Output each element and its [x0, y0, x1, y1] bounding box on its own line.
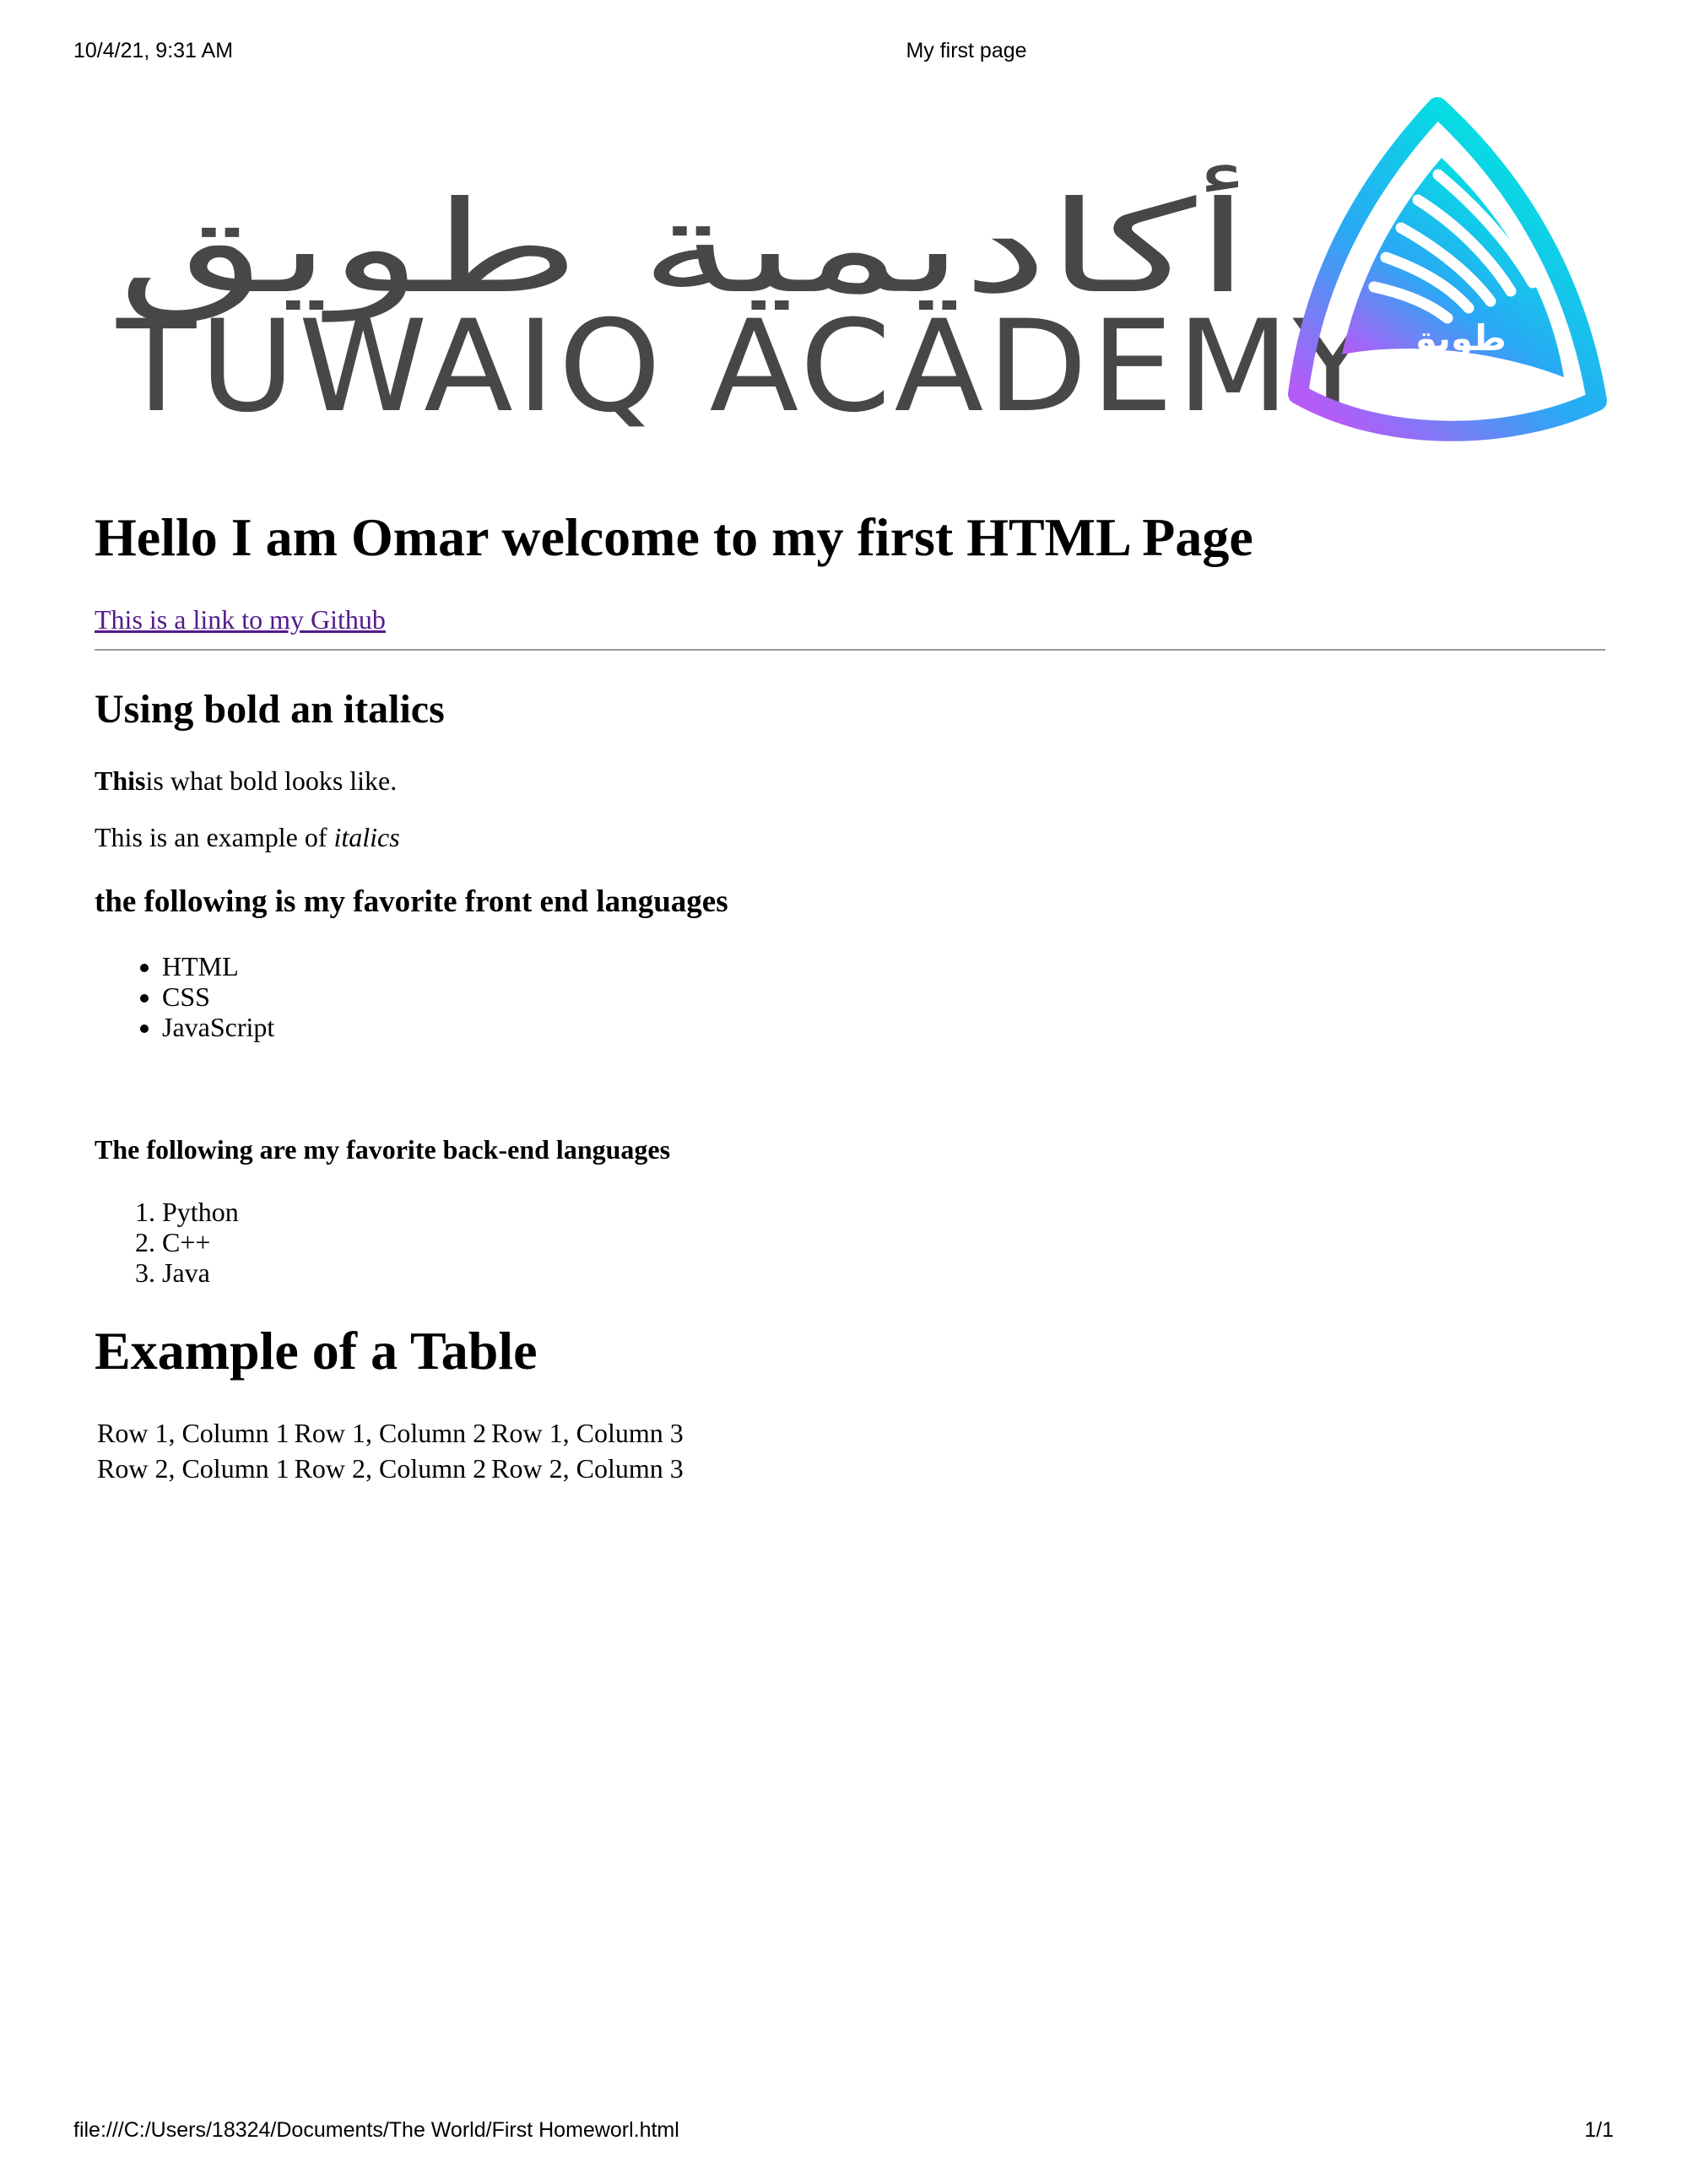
tuwaiq-academy-logo: أكاديمية طويق TUWAIQ ACADEMY طويق [101, 97, 1620, 451]
logo-english-wordmark: TUWAIQ ACADEMY [116, 294, 1377, 441]
table-heading: Example of a Table [95, 1321, 538, 1381]
list-item: CSS [162, 981, 1605, 1012]
table-cell: Row 1, Column 2 [294, 1417, 487, 1448]
list-item: Python [162, 1197, 1605, 1227]
logo-emblem-icon: طويق [1288, 97, 1607, 441]
list-item: HTML [162, 951, 1605, 981]
print-page-number: 1/1 [1584, 2118, 1614, 2142]
table-cell: Row 2, Column 3 [491, 1452, 684, 1484]
main-heading: Hello I am Omar welcome to my first HTML… [95, 507, 1253, 567]
list-item: JavaScript [162, 1012, 1605, 1042]
horizontal-divider [95, 649, 1605, 651]
bold-example-paragraph: Thisis what bold looks like. [95, 766, 1605, 796]
front-end-list: HTML CSS JavaScript [95, 951, 1605, 1042]
italics-prefix-text: This is an example of [95, 822, 334, 853]
back-end-heading: The following are my favorite back-end l… [95, 1134, 671, 1165]
table-cell: Row 2, Column 1 [97, 1452, 289, 1484]
bold-word: This [95, 765, 146, 797]
front-end-heading: the following is my favorite front end l… [95, 884, 728, 919]
emblem-calligraphy: طويق [1405, 317, 1507, 359]
table-row: Row 1, Column 1 Row 1, Column 2 Row 1, C… [96, 1417, 684, 1449]
table-cell: Row 1, Column 3 [491, 1417, 684, 1448]
italics-word: italics [333, 822, 400, 853]
table-cell: Row 1, Column 1 [97, 1417, 289, 1448]
print-file-path: file:///C:/Users/18324/Documents/The Wor… [73, 2118, 679, 2142]
example-table: Row 1, Column 1 Row 1, Column 2 Row 1, C… [93, 1414, 688, 1488]
table-cell: Row 2, Column 2 [294, 1452, 487, 1484]
table-row: Row 2, Column 1 Row 2, Column 2 Row 2, C… [96, 1452, 684, 1484]
page-content: Hello I am Omar welcome to my first HTML… [95, 498, 1605, 1488]
print-page-title: My first page [906, 39, 1027, 62]
bold-rest-text: is what bold looks like. [145, 765, 398, 797]
github-link[interactable]: This is a link to my Github [95, 604, 386, 635]
list-item: Java [162, 1257, 1605, 1288]
italics-example-paragraph: This is an example of italics [95, 823, 1605, 852]
back-end-list: Python C++ Java [95, 1197, 1605, 1288]
bold-italics-heading: Using bold an italics [95, 687, 445, 733]
list-item: C++ [162, 1227, 1605, 1257]
